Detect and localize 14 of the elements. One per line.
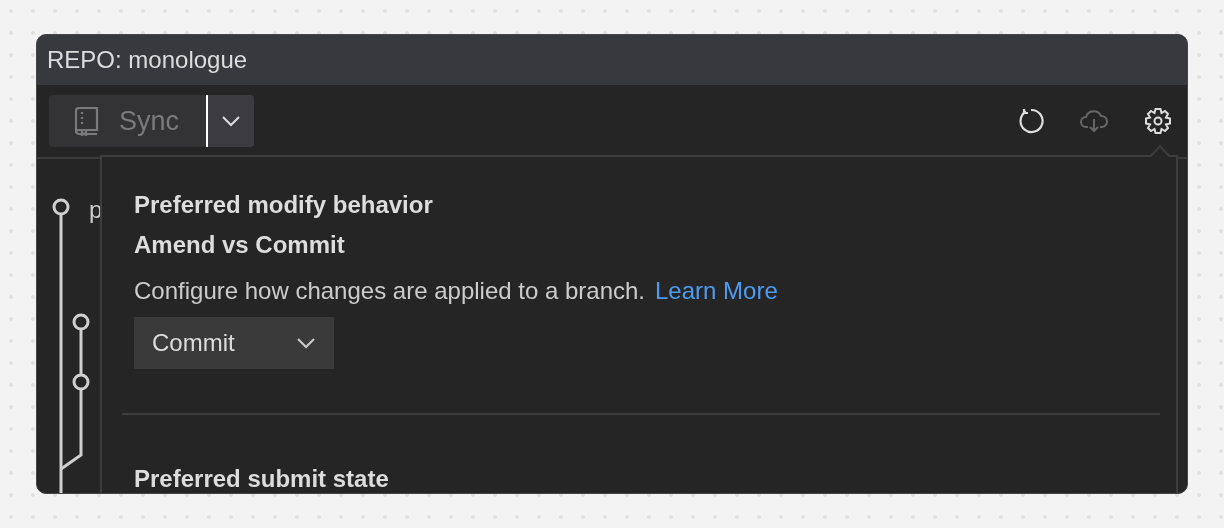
setting-subtitle: Amend vs Commit <box>134 230 345 260</box>
chevron-down-icon <box>296 337 316 349</box>
dropdown-button[interactable] <box>208 95 254 147</box>
window-title: REPO: monologue <box>47 46 248 74</box>
book-icon <box>73 106 101 136</box>
setting-title: Preferred submit state <box>134 464 389 493</box>
learn-more-link[interactable]: Learn More <box>655 277 778 305</box>
cloud-download-icon[interactable] <box>1079 108 1109 134</box>
setting-title: Preferred modify behavior <box>134 190 433 220</box>
chevron-down-icon <box>221 115 241 127</box>
settings-icon[interactable] <box>1143 106 1173 136</box>
behavior-dropdown[interactable]: Commit <box>134 317 334 369</box>
refresh-icon[interactable] <box>1017 107 1045 135</box>
setting-description: Configure how changes are applied to a branch. <box>134 277 645 305</box>
